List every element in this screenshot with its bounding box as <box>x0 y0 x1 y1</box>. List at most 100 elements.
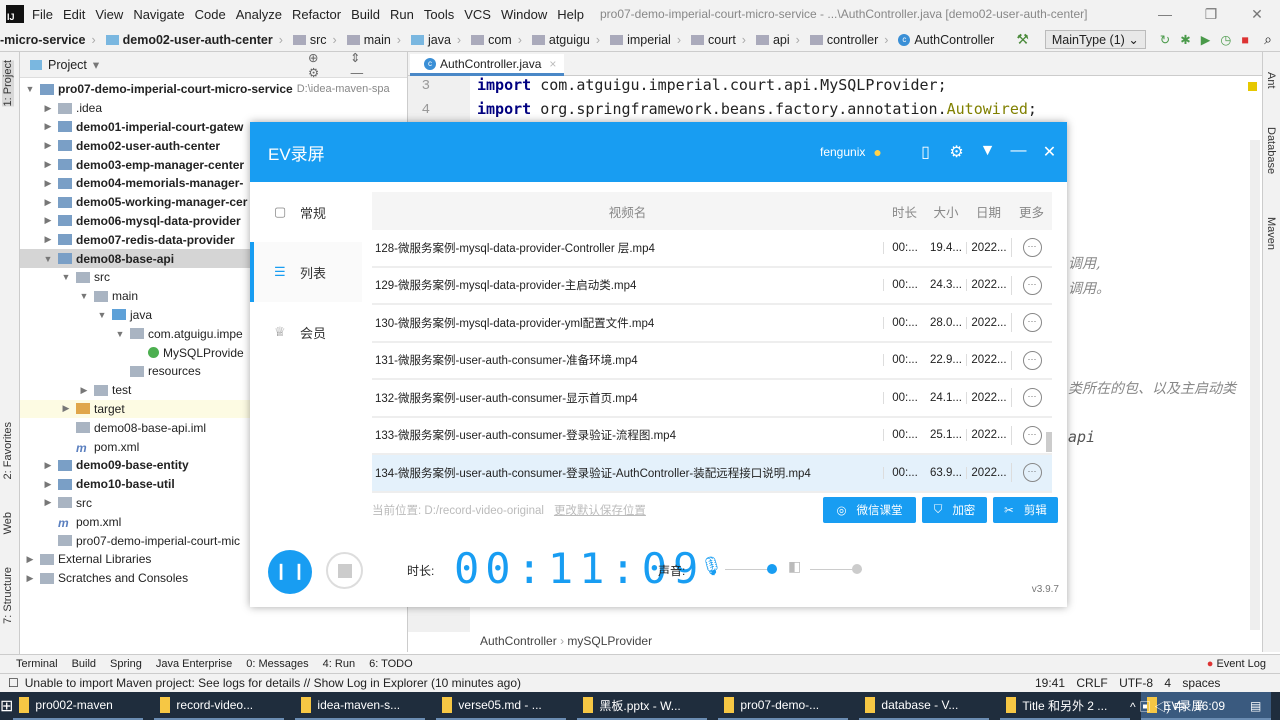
table-row[interactable]: 131-微服务案例-user-auth-consumer-准备环境.mp4 00:… <box>372 342 1052 380</box>
wechat-class-button[interactable]: ◎ 微信课堂 <box>823 497 916 523</box>
run-configuration-select[interactable]: MainType (1) ⌄ <box>1044 30 1146 49</box>
indent[interactable]: 4 spaces <box>1164 676 1220 690</box>
taskbar-item[interactable]: idea-maven-s... <box>295 692 426 720</box>
chevron-right-icon[interactable]: ▶ <box>42 159 54 170</box>
close-button[interactable]: ✕ <box>1234 0 1280 28</box>
restore-button[interactable]: ❐ <box>1188 0 1234 28</box>
table-row[interactable]: 133-微服务案例-user-auth-consumer-登录验证-流程图.mp… <box>372 417 1052 455</box>
nav-crumb[interactable]: imperial › <box>604 33 681 47</box>
speaker-icon[interactable]: ◧ <box>788 558 801 575</box>
chevron-right-icon[interactable]: ▶ <box>42 197 54 208</box>
line-separator[interactable]: CRLF <box>1076 676 1107 690</box>
menu-analyze[interactable]: Analyze <box>236 7 282 22</box>
run-tab[interactable]: 4: Run <box>323 658 355 670</box>
close-icon[interactable]: ✕ <box>1034 142 1065 162</box>
table-row[interactable]: 129-微服务案例-mysql-data-provider-主启动类.mp4 00… <box>372 267 1052 305</box>
build-hammer-icon[interactable]: ⚒ <box>1016 31 1029 48</box>
menu-vcs[interactable]: VCS <box>464 7 491 22</box>
event-log-tab[interactable]: ● Event Log <box>1207 658 1266 670</box>
menu-refactor[interactable]: Refactor <box>292 7 341 22</box>
build-tab[interactable]: Build <box>72 658 96 670</box>
menu-help[interactable]: Help <box>557 7 584 22</box>
tree-item[interactable]: ▼ pro07-demo-imperial-court-micro-service… <box>20 80 408 99</box>
chevron-right-icon[interactable]: ▶ <box>42 140 54 151</box>
settings-icon[interactable]: ⚙ <box>941 142 972 162</box>
chevron-right-icon[interactable]: ▶ <box>42 103 54 114</box>
menu-view[interactable]: View <box>95 7 123 22</box>
phone-icon[interactable]: ▯ <box>910 142 941 162</box>
table-row[interactable]: 134-微服务案例-user-auth-consumer-登录验证-AuthCo… <box>372 455 1052 493</box>
taskbar-item[interactable]: verse05.md - ... <box>436 692 567 720</box>
table-row[interactable]: 132-微服务案例-user-auth-consumer-显示首页.mp4 00:… <box>372 380 1052 418</box>
chevron-down-icon[interactable]: ▼ <box>60 272 72 282</box>
chevron-right-icon[interactable]: ▶ <box>42 497 54 508</box>
more-options-icon[interactable]: ··· <box>1022 275 1042 295</box>
nav-crumb[interactable]: src › <box>287 33 337 47</box>
more-options-icon[interactable]: ··· <box>1022 350 1042 370</box>
nav-crumb[interactable]: court › <box>685 33 746 47</box>
menu-build[interactable]: Build <box>351 7 380 22</box>
breadcrumb-item[interactable]: mySQLProvider <box>567 634 652 648</box>
menu-file[interactable]: File <box>32 7 53 22</box>
status-message[interactable]: Unable to import Maven project: See logs… <box>25 676 521 690</box>
menu-code[interactable]: Code <box>195 7 226 22</box>
taskbar-item[interactable]: pro002-maven <box>13 692 144 720</box>
chevron-down-icon[interactable]: ▼ <box>42 254 54 264</box>
table-scrollbar[interactable] <box>1046 432 1052 452</box>
code-line[interactable]: import com.atguigu.imperial.court.api.My… <box>477 76 947 94</box>
system-tray[interactable]: ^ ▣ ◁) 中 <box>1130 698 1186 715</box>
chevron-right-icon[interactable]: ▶ <box>42 234 54 245</box>
search-icon[interactable]: ⌕ <box>1264 31 1272 48</box>
messages-tab[interactable]: 0: Messages <box>246 658 308 670</box>
ev-user[interactable]: fengunix ● <box>820 144 882 160</box>
tree-item[interactable]: ▶ .idea <box>20 99 408 118</box>
taskbar-item[interactable]: 黑板.pptx - W... <box>577 692 708 720</box>
maven-tool-tab[interactable]: Maven <box>1265 217 1277 250</box>
code-line[interactable]: import org.springframework.beans.factory… <box>477 100 1037 118</box>
terminal-tab[interactable]: Terminal <box>16 658 58 670</box>
chevron-right-icon[interactable]: ▶ <box>60 403 72 414</box>
speaker-volume-knob[interactable] <box>851 564 862 574</box>
nav-crumb[interactable]: controller › <box>804 33 888 47</box>
java-enterprise-tab[interactable]: Java Enterprise <box>156 658 232 670</box>
taskbar-item[interactable]: Title 和另外 2 ... <box>1000 692 1131 720</box>
chevron-right-icon[interactable]: ▶ <box>42 178 54 189</box>
spring-tab[interactable]: Spring <box>110 658 142 670</box>
stop-button[interactable] <box>326 552 363 589</box>
web-tool-tab[interactable]: Web <box>2 512 14 534</box>
chevron-down-icon[interactable]: ▼ <box>24 84 36 94</box>
nav-crumb[interactable]: java › <box>405 33 461 47</box>
pause-record-button[interactable]: ❙ ❙ <box>268 550 312 594</box>
caret-position[interactable]: 19:41 <box>1035 676 1065 690</box>
more-options-icon[interactable]: ··· <box>1022 388 1042 408</box>
todo-tab[interactable]: 6: TODO <box>369 658 413 670</box>
run-toolbar-icons[interactable]: ↻✱▶◷■ <box>1160 32 1259 47</box>
chevron-right-icon[interactable]: ▶ <box>42 460 54 471</box>
taskbar-item[interactable]: record-video... <box>154 692 285 720</box>
database-tool-tab[interactable]: Database <box>1265 127 1277 174</box>
edit-button[interactable]: ✂ 剪辑 <box>993 497 1058 523</box>
taskbar-item[interactable]: pro07-demo-... <box>718 692 849 720</box>
structure-tool-tab[interactable]: 7: Structure <box>2 567 14 624</box>
chevron-down-icon[interactable]: ▼ <box>114 329 126 339</box>
minimize-icon[interactable]: — <box>1003 142 1034 162</box>
nav-crumb[interactable]: atguigu › <box>526 33 600 47</box>
sidebar-item-member[interactable]: ♕ 会员 <box>250 302 362 362</box>
menu-window[interactable]: Window <box>501 7 547 22</box>
chevron-right-icon[interactable]: ▶ <box>24 573 36 584</box>
nav-crumb[interactable]: main › <box>341 33 401 47</box>
microphone-icon[interactable]: 🎙 <box>700 556 723 577</box>
menu-navigate[interactable]: Navigate <box>133 7 184 22</box>
chevron-right-icon[interactable]: ▶ <box>24 554 36 565</box>
nav-crumb[interactable]: -micro-service › <box>0 33 96 47</box>
menu-tools[interactable]: Tools <box>424 7 454 22</box>
taskbar-item[interactable]: database - V... <box>859 692 990 720</box>
chevron-right-icon[interactable]: ▶ <box>78 385 90 396</box>
more-options-icon[interactable]: ··· <box>1022 313 1042 333</box>
close-tab-icon[interactable]: × <box>549 57 556 71</box>
menu-edit[interactable]: Edit <box>63 7 85 22</box>
clock[interactable]: 16:09 <box>1195 699 1225 713</box>
table-row[interactable]: 128-微服务案例-mysql-data-provider-Controller… <box>372 230 1052 268</box>
nav-crumb[interactable]: com › <box>465 33 522 47</box>
windows-start-icon[interactable]: ⊞ <box>0 696 13 716</box>
